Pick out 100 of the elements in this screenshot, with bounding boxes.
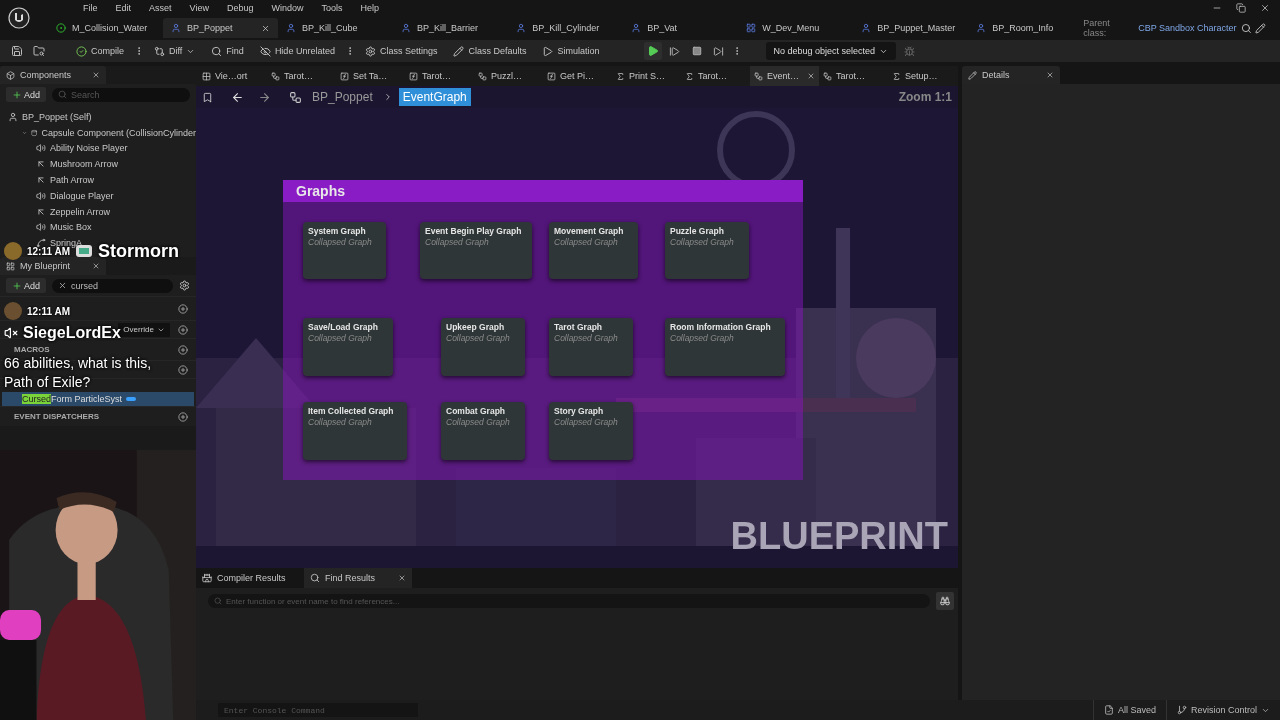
tree-item[interactable]: Path Arrow xyxy=(50,175,95,185)
section-header[interactable]: MACROS xyxy=(14,345,50,354)
document-tab[interactable]: BP_Kill_Cylinder xyxy=(508,18,624,38)
tree-item[interactable]: Dialogue Player xyxy=(50,190,114,201)
tree-item[interactable]: SpringA xyxy=(50,238,83,249)
section-header[interactable]: EVENT DISPATCHERS xyxy=(14,412,100,421)
search-icon xyxy=(58,90,67,99)
revision-control-button[interactable]: Revision Control xyxy=(1165,700,1280,720)
document-tab[interactable]: W_Dev_Menu xyxy=(738,18,854,38)
add-icon[interactable] xyxy=(178,411,188,422)
graph-tab[interactable]: Print S… xyxy=(612,66,681,86)
panel-tab[interactable]: My Blueprint xyxy=(0,257,106,275)
document-tab[interactable]: BP_Puppet_Master xyxy=(853,18,969,38)
toolbar-button[interactable]: Class Settings xyxy=(358,42,444,60)
graph-tab[interactable]: Puzzl… xyxy=(474,66,543,86)
grid-icon xyxy=(202,71,211,81)
close-icon[interactable] xyxy=(1260,3,1270,13)
document-tab[interactable]: BP_Kill_Barrier xyxy=(393,18,509,38)
blueprint-icon xyxy=(631,23,642,33)
menu-item[interactable]: File xyxy=(74,3,107,13)
parent-class-link[interactable]: CBP Sandbox Character xyxy=(1138,23,1237,33)
document-tab[interactable]: BP_Vat xyxy=(623,18,739,38)
restore-icon[interactable] xyxy=(1236,3,1246,13)
tree-item[interactable]: Mushroom Arrow xyxy=(50,159,119,170)
menu-item[interactable]: Asset xyxy=(140,3,181,13)
graph-tab[interactable]: Vie…ort xyxy=(198,66,267,86)
zoom-level: Zoom 1:1 xyxy=(898,90,952,104)
binoculars-button[interactable] xyxy=(936,592,954,610)
add-icon[interactable] xyxy=(178,324,188,335)
menu-item[interactable]: Edit xyxy=(106,3,141,13)
search-icon xyxy=(211,45,223,57)
panel-tab[interactable]: Compiler Results xyxy=(196,568,304,588)
add-icon[interactable] xyxy=(178,364,188,375)
document-tab[interactable]: M_Collision_Water xyxy=(48,18,164,38)
menu-item[interactable]: View xyxy=(180,3,218,13)
eye-icon xyxy=(259,45,271,57)
add-button[interactable]: Add xyxy=(6,87,46,102)
tree-item[interactable]: BP_Poppet (Self) xyxy=(22,111,92,122)
debug-object-dropdown[interactable]: No debug object selected xyxy=(765,42,897,60)
toolbar-button[interactable]: Find xyxy=(205,42,250,60)
search-field[interactable]: cursed xyxy=(52,278,173,293)
save-status-button[interactable]: All Saved xyxy=(1092,700,1166,720)
box-icon xyxy=(6,70,15,80)
pencil-icon xyxy=(453,45,465,57)
panel-tab[interactable]: Find Results xyxy=(304,568,412,588)
panel-tab[interactable]: Details xyxy=(962,66,1060,84)
avatar-icon xyxy=(4,302,22,320)
binoculars-icon xyxy=(940,596,950,606)
document-tab[interactable]: BP_Kill_Cube xyxy=(278,18,394,38)
close-icon[interactable] xyxy=(92,262,100,270)
close-icon[interactable] xyxy=(1046,71,1054,79)
clear-icon[interactable] xyxy=(58,281,67,290)
document-tab[interactable]: BP_Room_Info xyxy=(968,18,1084,38)
logo-icon xyxy=(8,7,30,29)
menu-item[interactable]: Tools xyxy=(312,3,352,13)
graph-tab[interactable]: Tarot… xyxy=(681,66,750,86)
graph-tab[interactable]: Event… xyxy=(750,66,819,86)
tree-item[interactable]: Music Box xyxy=(50,222,92,233)
search-icon[interactable] xyxy=(1240,22,1252,34)
tree-item[interactable]: Ability Noise Player xyxy=(50,143,128,154)
chat-time: 12:11 AM xyxy=(27,305,70,317)
toolbar-button[interactable]: Compile xyxy=(70,42,130,60)
panel-tab[interactable]: Components xyxy=(0,66,106,84)
file-check-icon xyxy=(1103,705,1114,715)
chat-username: SiegeLordEx xyxy=(23,324,121,342)
blueprint-icon xyxy=(401,23,412,33)
close-icon[interactable] xyxy=(92,71,100,79)
close-icon[interactable] xyxy=(807,72,815,80)
add-icon[interactable] xyxy=(178,344,188,355)
menu-item[interactable]: Debug xyxy=(217,3,263,13)
toolbar-button[interactable]: Hide Unrelated xyxy=(253,42,341,60)
pencil-icon[interactable] xyxy=(1255,22,1266,34)
add-icon[interactable] xyxy=(178,303,188,314)
toolbar-button[interactable]: Diff xyxy=(148,42,202,60)
toolbar-button[interactable]: Simulation xyxy=(536,42,606,60)
settings-icon[interactable] xyxy=(179,280,190,291)
breadcrumb-item[interactable]: BP_Poppet xyxy=(308,88,377,106)
blueprint-icon xyxy=(516,23,527,33)
graph-tab[interactable]: Set Ta… xyxy=(336,66,405,86)
bookmark-icon[interactable] xyxy=(202,91,213,103)
menu-item[interactable]: Help xyxy=(351,3,388,13)
graph-tab[interactable]: Tarot… xyxy=(267,66,336,86)
graph-tab[interactable]: Setup… xyxy=(888,66,957,86)
graph-tab[interactable]: Tarot… xyxy=(819,66,888,86)
document-tab[interactable]: BP_Poppet xyxy=(163,18,279,38)
grid-icon xyxy=(6,261,15,271)
close-icon[interactable] xyxy=(261,23,271,33)
add-button[interactable]: Add xyxy=(6,278,46,293)
toolbar-button[interactable]: Class Defaults xyxy=(447,42,533,60)
close-icon[interactable] xyxy=(398,574,406,582)
menu-item[interactable]: Window xyxy=(262,3,313,13)
sigma-icon xyxy=(685,71,694,81)
back-icon[interactable] xyxy=(231,90,244,104)
play-button[interactable] xyxy=(643,42,662,60)
forward-icon[interactable] xyxy=(258,90,271,104)
tree-item[interactable]: Zeppelin Arrow xyxy=(50,206,111,217)
graph-tab[interactable]: Tarot… xyxy=(405,66,474,86)
graph-tab[interactable]: Get Pi… xyxy=(543,66,612,86)
tree-item[interactable]: Capsule Component (CollisionCylinder xyxy=(41,127,196,138)
play-icon xyxy=(646,45,659,57)
